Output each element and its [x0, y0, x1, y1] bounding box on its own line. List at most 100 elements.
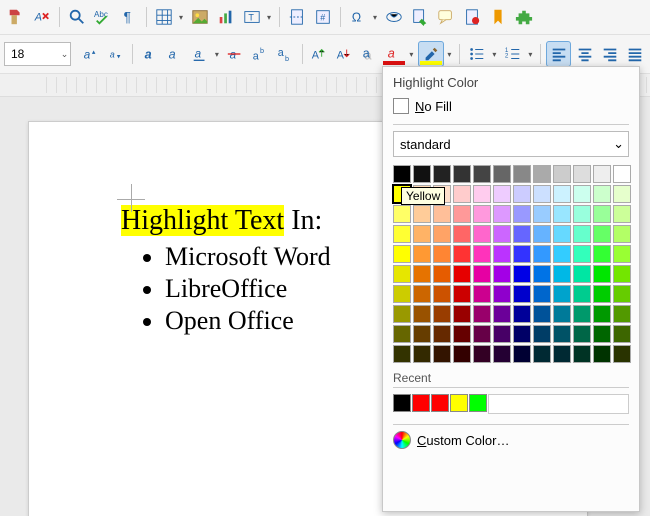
color-swatch[interactable] — [593, 245, 611, 263]
color-swatch[interactable] — [553, 205, 571, 223]
insert-field-button[interactable]: # — [311, 5, 335, 29]
color-swatch[interactable] — [473, 225, 491, 243]
color-swatch[interactable] — [553, 325, 571, 343]
color-swatch[interactable] — [513, 285, 531, 303]
special-char-button[interactable]: Ω▾ — [346, 5, 380, 29]
color-swatch[interactable] — [413, 325, 431, 343]
color-swatch[interactable] — [553, 185, 571, 203]
underline-button[interactable]: a▾ — [188, 42, 222, 66]
color-swatch[interactable] — [613, 325, 631, 343]
color-swatch[interactable] — [533, 325, 551, 343]
color-swatch[interactable] — [393, 325, 411, 343]
extension-button[interactable] — [512, 5, 536, 29]
color-swatch[interactable] — [533, 285, 551, 303]
color-swatch[interactable] — [613, 205, 631, 223]
no-fill-checkbox[interactable] — [393, 98, 409, 114]
clear-format-button[interactable]: A — [30, 5, 54, 29]
color-swatch[interactable] — [553, 345, 571, 363]
spellcheck-button[interactable]: Abc — [91, 5, 115, 29]
clone-format-button[interactable] — [4, 5, 28, 29]
recent-swatch[interactable] — [431, 394, 449, 412]
color-swatch[interactable] — [613, 305, 631, 323]
color-swatch[interactable] — [513, 185, 531, 203]
color-swatch[interactable] — [553, 285, 571, 303]
color-swatch[interactable] — [593, 305, 611, 323]
color-swatch[interactable] — [513, 225, 531, 243]
formatting-marks-button[interactable]: ¶ — [117, 5, 141, 29]
strike-button[interactable]: a — [224, 42, 247, 66]
color-swatch[interactable] — [493, 165, 511, 183]
color-swatch[interactable] — [553, 305, 571, 323]
color-swatch[interactable] — [593, 165, 611, 183]
numbering-button[interactable]: 12▾ — [501, 42, 535, 66]
color-swatch[interactable] — [473, 205, 491, 223]
color-swatch[interactable] — [553, 245, 571, 263]
color-swatch[interactable] — [493, 205, 511, 223]
color-swatch[interactable] — [513, 325, 531, 343]
color-swatch[interactable] — [413, 305, 431, 323]
color-swatch[interactable] — [433, 305, 451, 323]
color-swatch[interactable] — [473, 305, 491, 323]
recent-swatch[interactable] — [469, 394, 487, 412]
color-swatch[interactable] — [613, 285, 631, 303]
color-swatch[interactable] — [553, 165, 571, 183]
uppercase-button[interactable]: A — [308, 42, 331, 66]
color-swatch[interactable] — [593, 205, 611, 223]
color-swatch[interactable] — [393, 305, 411, 323]
insert-image-button[interactable] — [188, 5, 212, 29]
color-swatch[interactable] — [573, 205, 591, 223]
color-swatch[interactable] — [573, 325, 591, 343]
color-swatch[interactable] — [453, 305, 471, 323]
color-swatch[interactable] — [433, 285, 451, 303]
color-swatch[interactable] — [533, 205, 551, 223]
color-swatch[interactable] — [493, 345, 511, 363]
color-swatch[interactable] — [573, 265, 591, 283]
bookmark-button[interactable] — [486, 5, 510, 29]
color-swatch[interactable] — [573, 245, 591, 263]
comment-button[interactable] — [434, 5, 458, 29]
color-swatch[interactable] — [553, 265, 571, 283]
color-swatch[interactable] — [453, 245, 471, 263]
color-swatch[interactable] — [393, 225, 411, 243]
italic-button[interactable]: a — [163, 42, 186, 66]
color-swatch[interactable] — [533, 185, 551, 203]
color-swatch[interactable] — [613, 245, 631, 263]
font-size-select[interactable]: 18⌄ — [4, 42, 71, 66]
custom-color-button[interactable]: Custom Color… — [393, 431, 629, 449]
color-swatch[interactable] — [513, 305, 531, 323]
align-center-button[interactable] — [573, 42, 596, 66]
color-swatch[interactable] — [593, 325, 611, 343]
color-swatch[interactable] — [393, 345, 411, 363]
color-swatch[interactable] — [453, 325, 471, 343]
color-swatch[interactable] — [433, 265, 451, 283]
color-swatch[interactable] — [513, 265, 531, 283]
color-swatch[interactable] — [513, 345, 531, 363]
page-break-button[interactable] — [285, 5, 309, 29]
bullets-button[interactable]: ▾ — [465, 42, 499, 66]
color-swatch[interactable] — [593, 345, 611, 363]
color-swatch[interactable] — [533, 345, 551, 363]
color-swatch[interactable] — [493, 325, 511, 343]
color-swatch[interactable] — [413, 245, 431, 263]
color-swatch[interactable] — [453, 225, 471, 243]
color-swatch[interactable] — [473, 185, 491, 203]
color-swatch[interactable] — [573, 165, 591, 183]
color-swatch[interactable] — [473, 285, 491, 303]
color-swatch[interactable] — [533, 245, 551, 263]
color-swatch[interactable] — [433, 245, 451, 263]
color-swatch[interactable] — [553, 225, 571, 243]
font-decrease-button[interactable]: a▾ — [104, 42, 127, 66]
color-swatch[interactable] — [433, 325, 451, 343]
find-replace-button[interactable] — [65, 5, 89, 29]
footnote-button[interactable] — [408, 5, 432, 29]
color-swatch[interactable] — [433, 225, 451, 243]
color-swatch[interactable] — [493, 305, 511, 323]
color-swatch[interactable] — [513, 245, 531, 263]
color-swatch[interactable] — [533, 305, 551, 323]
color-swatch[interactable] — [433, 165, 451, 183]
color-swatch[interactable] — [513, 165, 531, 183]
color-swatch[interactable] — [493, 185, 511, 203]
recent-swatch[interactable] — [393, 394, 411, 412]
color-swatch[interactable] — [413, 225, 431, 243]
font-color-button[interactable]: a▾ — [382, 42, 416, 66]
